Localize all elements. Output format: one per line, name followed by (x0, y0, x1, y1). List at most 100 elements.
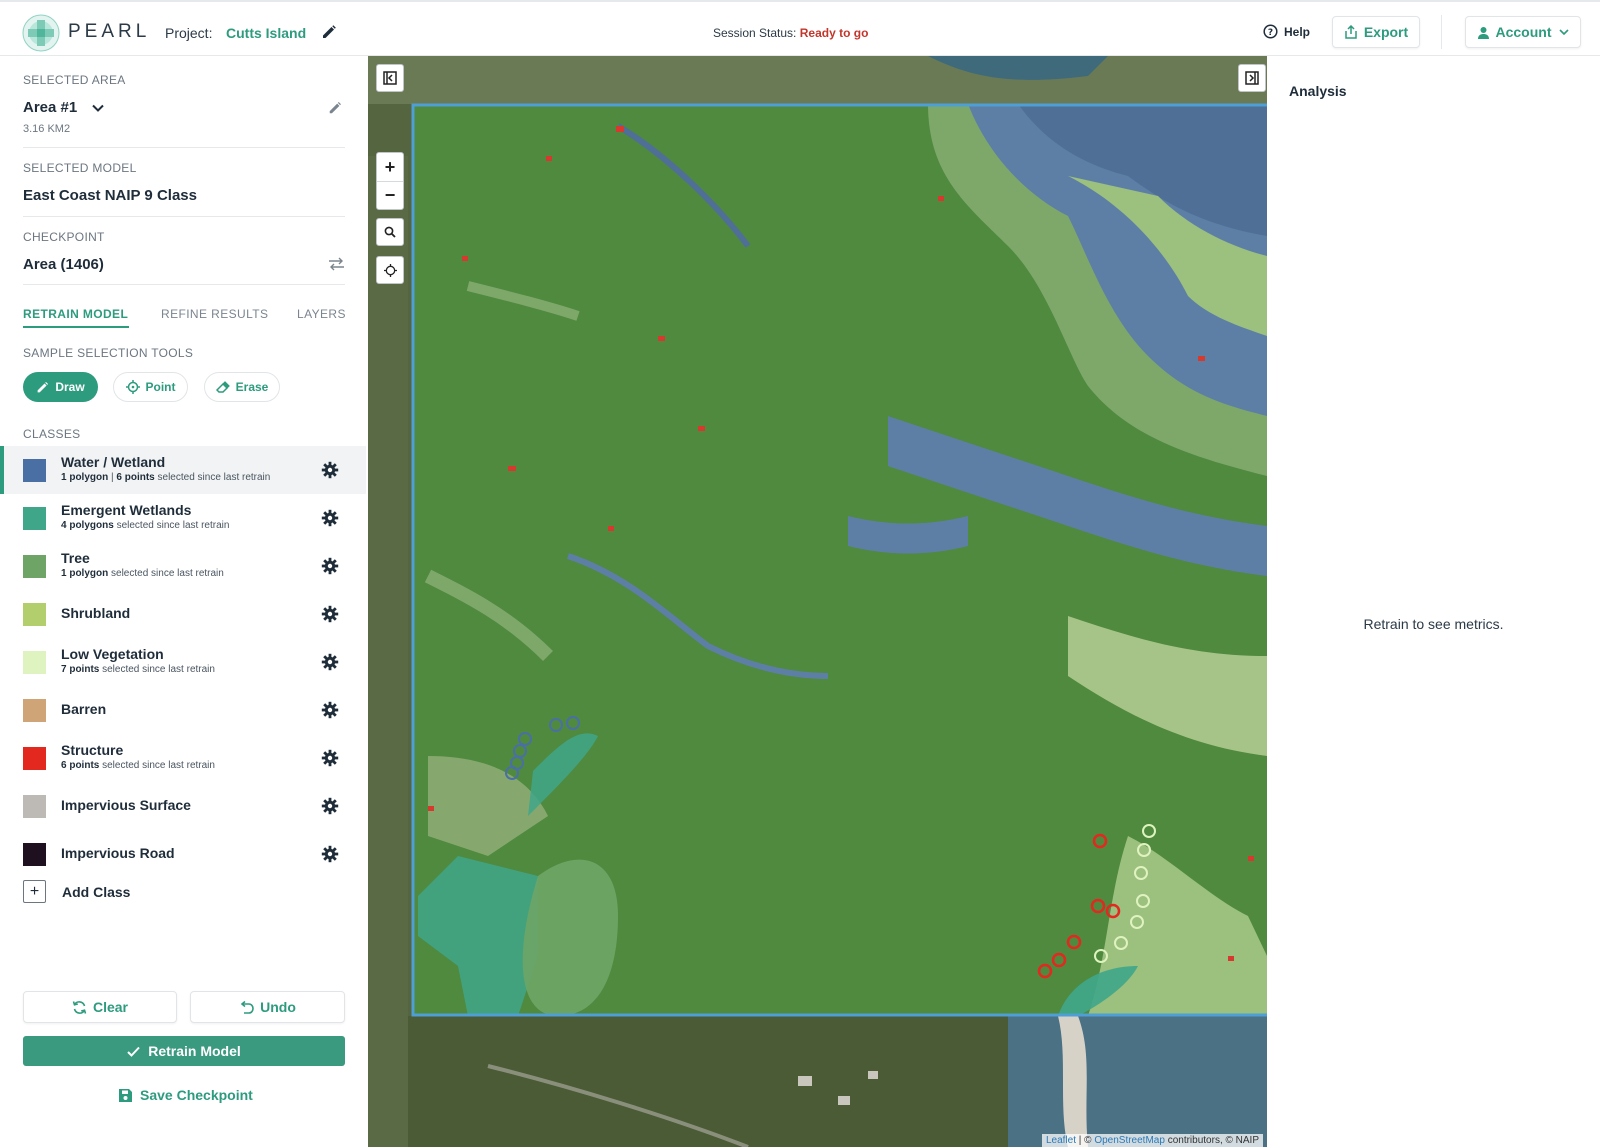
pearl-logo-icon (22, 14, 60, 52)
retrain-model-button[interactable]: Retrain Model (23, 1036, 345, 1066)
gear-icon[interactable] (321, 653, 339, 671)
class-sample-summary: 1 polygon | 6 points selected since last… (61, 472, 270, 483)
class-color-swatch[interactable] (23, 699, 46, 722)
class-color-swatch[interactable] (23, 459, 46, 482)
class-color-swatch[interactable] (23, 843, 46, 866)
gear-icon[interactable] (321, 749, 339, 767)
class-sample-count-secondary: 6 points (116, 472, 155, 483)
class-sample-summary: 4 polygons selected since last retrain (61, 520, 229, 531)
panel-collapse-left-icon (383, 71, 397, 85)
class-row[interactable]: Tree 1 polygon selected since last retrai… (0, 542, 366, 590)
analysis-panel: Analysis Retrain to see metrics. (1267, 56, 1600, 1147)
help-circle-icon: ? (1263, 24, 1278, 39)
class-row[interactable]: Emergent Wetlands 4 polygons selected sin… (0, 494, 366, 542)
class-color-swatch[interactable] (23, 555, 46, 578)
selected-area-value: Area #1 (23, 99, 78, 116)
leaflet-link[interactable]: Leaflet (1046, 1135, 1076, 1146)
satellite-basemap (368, 56, 1267, 1147)
class-row[interactable]: Low Vegetation 7 points selected since la… (0, 638, 366, 686)
crosshair-icon (383, 263, 397, 277)
class-color-swatch[interactable] (23, 795, 46, 818)
search-button[interactable] (376, 218, 404, 246)
analysis-title: Analysis (1289, 83, 1347, 99)
class-color-swatch[interactable] (23, 747, 46, 770)
class-row[interactable]: Impervious Surface (0, 782, 366, 830)
map-view[interactable]: + − Leaflet | © OpenStreetMap contributo… (368, 56, 1267, 1147)
add-class-label: Add Class (62, 883, 131, 900)
chevron-down-icon (92, 104, 104, 112)
brand-name: PEARL (68, 21, 151, 42)
gear-icon[interactable] (321, 701, 339, 719)
checkmark-icon (127, 1046, 140, 1057)
tab-retrain-model[interactable]: RETRAIN MODEL (23, 307, 128, 321)
class-sample-note: selected since last retrain (99, 760, 215, 771)
search-icon (384, 226, 396, 238)
session-status-label: Session Status: (713, 26, 797, 40)
openstreetmap-link[interactable]: OpenStreetMap (1094, 1135, 1165, 1146)
account-button[interactable]: Account (1465, 16, 1581, 48)
project-name[interactable]: Cutts Island (226, 25, 306, 41)
class-sample-summary: 6 points selected since last retrain (61, 760, 215, 771)
class-row[interactable]: Water / Wetland 1 polygon | 6 points sele… (0, 446, 366, 494)
add-class-button[interactable]: + Add Class (23, 880, 130, 903)
save-checkpoint-label: Save Checkpoint (140, 1087, 253, 1103)
point-tool-button[interactable]: Point (113, 372, 188, 402)
collapse-left-panel-button[interactable] (376, 64, 404, 92)
collapse-right-panel-button[interactable] (1238, 64, 1266, 92)
active-tab-indicator (23, 326, 129, 328)
panel-collapse-right-icon (1245, 71, 1259, 85)
class-row[interactable]: Impervious Road (0, 830, 366, 878)
class-color-swatch[interactable] (23, 603, 46, 626)
chevron-down-icon (1558, 29, 1569, 36)
sample-selection-tools-label: SAMPLE SELECTION TOOLS (23, 346, 194, 360)
checkpoint-value: Area (1406) (23, 256, 104, 273)
gear-icon[interactable] (321, 557, 339, 575)
export-icon (1345, 25, 1357, 39)
class-row[interactable]: Structure 6 points selected since last re… (0, 734, 366, 782)
save-icon (119, 1088, 132, 1102)
save-checkpoint-button[interactable]: Save Checkpoint (118, 1087, 253, 1103)
zoom-control: + − (376, 152, 404, 210)
gear-icon[interactable] (321, 845, 339, 863)
draw-tool-button[interactable]: Draw (23, 372, 98, 402)
selected-area-size: 3.16 KM2 (23, 123, 71, 135)
export-button[interactable]: Export (1332, 16, 1420, 48)
gear-icon[interactable] (321, 797, 339, 815)
erase-tool-button[interactable]: Erase (204, 372, 280, 402)
crosshair-icon (125, 380, 140, 394)
class-sample-summary: 7 points selected since last retrain (61, 664, 215, 675)
clear-button[interactable]: Clear (23, 991, 177, 1023)
class-color-swatch[interactable] (23, 651, 46, 674)
class-row[interactable]: Shrubland (0, 590, 366, 638)
area-selector[interactable]: Area #1 (23, 99, 105, 116)
tab-layers[interactable]: LAYERS (297, 307, 346, 321)
class-sample-count: 1 polygon (61, 472, 109, 483)
undo-button[interactable]: Undo (190, 991, 345, 1023)
top-bar: PEARL Project: Cutts Island Session Stat… (0, 0, 1600, 56)
class-color-swatch[interactable] (23, 507, 46, 530)
class-row[interactable]: Barren (0, 686, 366, 734)
edit-area-pencil-icon[interactable] (328, 101, 342, 115)
swap-checkpoint-icon[interactable] (328, 257, 345, 271)
class-sample-note: selected since last retrain (108, 568, 224, 579)
gear-icon[interactable] (321, 605, 339, 623)
class-name: Tree (61, 550, 90, 566)
class-name: Impervious Road (61, 845, 175, 861)
locate-button[interactable] (376, 256, 404, 284)
class-name: Structure (61, 742, 124, 758)
edit-project-pencil-icon[interactable] (321, 24, 337, 40)
class-name: Shrubland (61, 605, 131, 621)
class-sample-note: selected since last retrain (99, 664, 215, 675)
help-label: Help (1284, 24, 1311, 39)
gear-icon[interactable] (321, 461, 339, 479)
gear-icon[interactable] (321, 509, 339, 527)
map-attribution: Leaflet | © OpenStreetMap contributors, … (1041, 1134, 1263, 1147)
zoom-out-button[interactable]: − (377, 181, 403, 209)
analysis-empty-message: Retrain to see metrics. (1363, 616, 1504, 632)
help-button[interactable]: ? Help (1263, 24, 1310, 39)
tab-refine-results[interactable]: REFINE RESULTS (161, 307, 268, 321)
point-tool-label: Point (145, 380, 176, 394)
zoom-in-button[interactable]: + (377, 153, 403, 181)
selected-area-label: SELECTED AREA (23, 73, 126, 87)
eraser-icon (215, 380, 230, 393)
